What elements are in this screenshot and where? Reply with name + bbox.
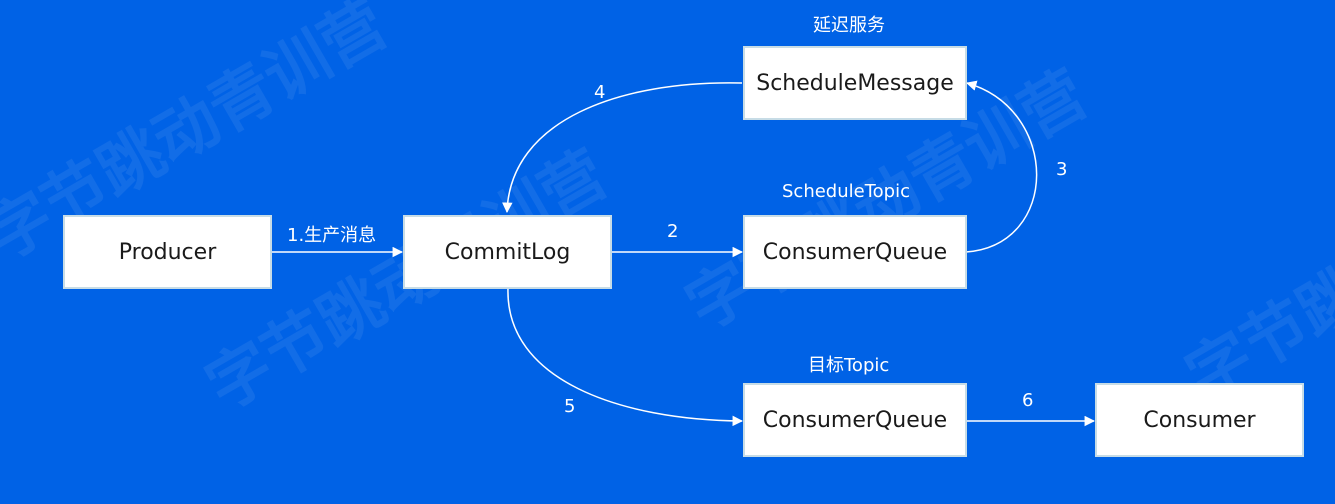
schedule-message-node: ScheduleMessage <box>743 46 967 120</box>
producer-node: Producer <box>63 215 272 289</box>
delay-service-label: 延迟服务 <box>813 15 885 36</box>
schedule-topic-label: ScheduleTopic <box>782 181 910 202</box>
edge-label-6: 6 <box>1022 390 1034 411</box>
arrow-to-schedule-message <box>965 80 1038 253</box>
edge-label-3: 3 <box>1056 159 1068 180</box>
target-topic-label: 目标Topic <box>808 355 890 376</box>
edge-label-4: 4 <box>594 82 606 103</box>
edge-label-2: 2 <box>667 221 679 242</box>
diagram-canvas: 字节跳动青训营 字节跳动青训营 字节跳动青训营 字节跳动青训营 延迟服务 Sch… <box>0 0 1335 504</box>
arrow-back-to-commitlog <box>502 82 743 214</box>
consumer-node: Consumer <box>1095 383 1304 457</box>
schedule-consumer-queue-node: ConsumerQueue <box>743 215 967 289</box>
commitlog-node: CommitLog <box>403 215 612 289</box>
edge-label-1: 1.生产消息 <box>287 225 377 246</box>
edge-label-5: 5 <box>564 396 576 417</box>
arrow-to-target-queue <box>507 287 744 427</box>
target-consumer-queue-node: ConsumerQueue <box>743 383 967 457</box>
